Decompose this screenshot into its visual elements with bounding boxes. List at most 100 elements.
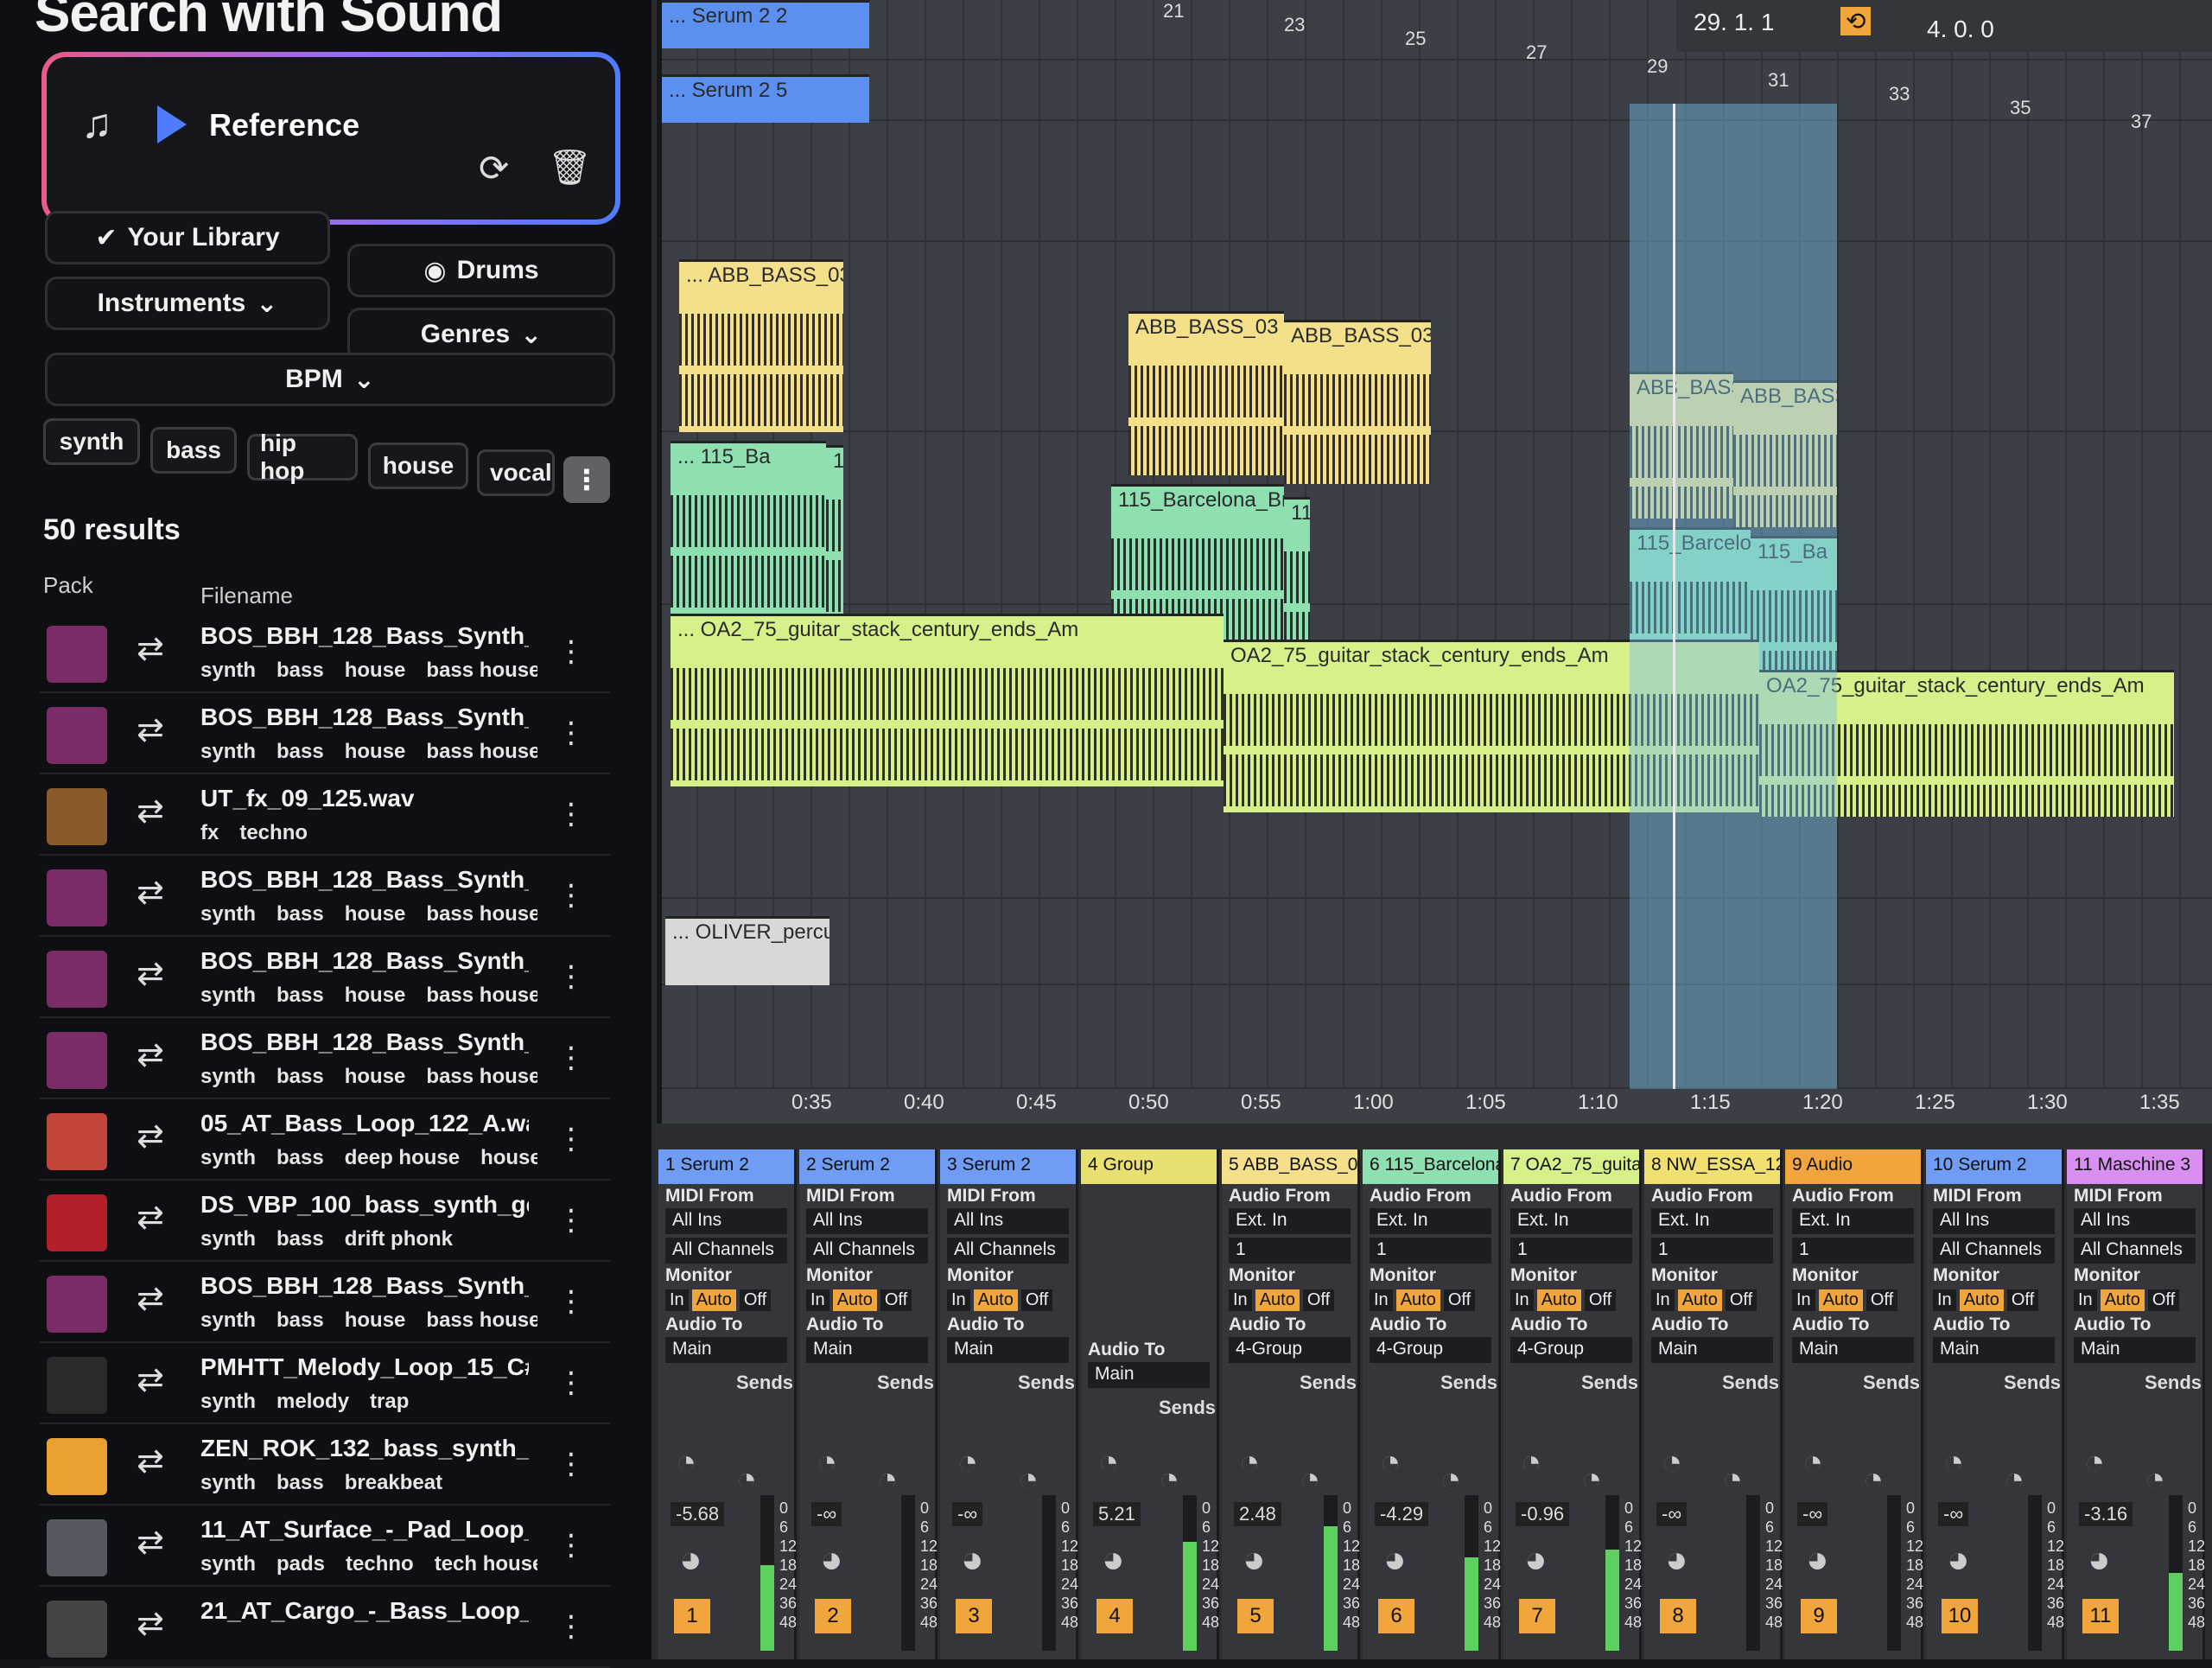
monitor-in[interactable]: In xyxy=(2074,1289,2097,1311)
monitor-off[interactable]: Off xyxy=(1584,1289,1617,1311)
result-tag[interactable]: pads xyxy=(276,1552,325,1576)
input-source-select[interactable]: All Ins xyxy=(947,1208,1069,1234)
volume-display[interactable]: -∞ xyxy=(811,1502,842,1526)
monitor-in[interactable]: In xyxy=(1229,1289,1252,1311)
track-name[interactable]: 6 115_Barcelona xyxy=(1363,1149,1498,1184)
loop-icon[interactable]: ⇄ xyxy=(137,1035,164,1074)
input-source-select[interactable]: All Ins xyxy=(1933,1208,2055,1234)
input-source-select[interactable]: Ext. In xyxy=(1229,1208,1351,1234)
result-tag[interactable]: house xyxy=(345,1308,406,1332)
result-tag[interactable]: bass xyxy=(276,902,324,926)
result-tag[interactable]: fx xyxy=(200,821,219,844)
result-tag[interactable]: house xyxy=(345,984,406,1007)
monitor-in[interactable]: In xyxy=(806,1289,830,1311)
result-tag[interactable]: synth xyxy=(200,1146,256,1169)
result-row[interactable]: ⇄ BOS_BBH_128_Bass_Synth_Loop synth bassh… xyxy=(40,697,610,774)
result-tag[interactable]: synth xyxy=(200,659,256,682)
send-a-knob[interactable]: ◔ xyxy=(1239,1443,1260,1482)
pan-knob[interactable]: ◕ xyxy=(2088,1538,2111,1582)
pan-knob[interactable]: ◕ xyxy=(1524,1538,1548,1582)
result-tag[interactable]: synth xyxy=(200,1065,256,1088)
loop-icon[interactable]: ⇄ xyxy=(137,1117,164,1156)
track-name[interactable]: 11 Maschine 3 xyxy=(2067,1149,2202,1184)
result-tag[interactable]: bass xyxy=(276,1227,324,1251)
send-a-knob[interactable]: ◔ xyxy=(1521,1443,1541,1482)
input-channel-select[interactable]: All Channels xyxy=(2074,1238,2196,1264)
send-b-knob[interactable]: ◔ xyxy=(1722,1461,1743,1499)
monitor-off[interactable]: Off xyxy=(739,1289,772,1311)
result-row[interactable]: ⇄ 11_AT_Surface_-_Pad_Loop_124 synth pads… xyxy=(40,1509,610,1587)
track-name[interactable]: 1 Serum 2 xyxy=(658,1149,794,1184)
pan-knob[interactable]: ◕ xyxy=(820,1538,843,1582)
loop-region[interactable] xyxy=(1630,104,1837,1089)
loop-icon[interactable]: ⇄ xyxy=(137,1604,164,1643)
send-a-knob[interactable]: ◔ xyxy=(1380,1443,1401,1482)
volume-display[interactable]: -4.29 xyxy=(1375,1502,1429,1526)
volume-display[interactable]: -∞ xyxy=(1938,1502,1969,1526)
clip[interactable]: ... 115_Ba xyxy=(671,441,826,614)
result-tag[interactable]: synth xyxy=(200,1308,256,1332)
clip[interactable]: ... ABB_BASS_03 xyxy=(679,259,843,432)
volume-display[interactable]: -∞ xyxy=(1656,1502,1688,1526)
monitor-auto[interactable]: Auto xyxy=(1818,1289,1863,1311)
result-row[interactable]: ⇄ BOS_BBH_128_Bass_Synth_Loop synth bassh… xyxy=(40,859,610,937)
result-tag[interactable]: bass xyxy=(276,1471,324,1494)
pan-knob[interactable]: ◕ xyxy=(1102,1538,1125,1582)
loop-icon[interactable]: ⇄ xyxy=(137,629,164,668)
input-channel-select[interactable]: All Channels xyxy=(665,1238,787,1264)
send-a-knob[interactable]: ◔ xyxy=(817,1443,837,1482)
monitor-auto[interactable]: Auto xyxy=(2100,1289,2145,1311)
volume-display[interactable]: -∞ xyxy=(1797,1502,1828,1526)
result-tag[interactable]: techno xyxy=(239,821,308,844)
input-channel-select[interactable]: All Channels xyxy=(1933,1238,2055,1264)
result-tag[interactable]: house xyxy=(345,902,406,926)
monitor-off[interactable]: Off xyxy=(1302,1289,1335,1311)
track-activator[interactable]: 7 xyxy=(1519,1599,1555,1633)
loop-icon[interactable]: ⇄ xyxy=(137,710,164,749)
track-activator[interactable]: 10 xyxy=(1942,1599,1978,1633)
track-name[interactable]: 2 Serum 2 xyxy=(799,1149,935,1184)
send-a-knob[interactable]: ◔ xyxy=(1943,1443,1964,1482)
output-select[interactable]: Main xyxy=(2074,1337,2196,1363)
result-tag[interactable]: bass house xyxy=(426,902,537,926)
chip-bass[interactable]: bass xyxy=(150,427,237,474)
monitor-in[interactable]: In xyxy=(665,1289,689,1311)
result-row[interactable]: ⇄ PMHTT_Melody_Loop_15_C#_150 synth melod… xyxy=(40,1346,610,1424)
refresh-icon[interactable]: ⟳ xyxy=(479,147,509,189)
input-source-select[interactable]: Ext. In xyxy=(1510,1208,1632,1234)
input-source-select[interactable]: All Ins xyxy=(665,1208,787,1234)
send-b-knob[interactable]: ◔ xyxy=(877,1461,898,1499)
input-channel-select[interactable]: 1 xyxy=(1510,1238,1632,1264)
input-source-select[interactable]: All Ins xyxy=(806,1208,928,1234)
result-tag[interactable]: synth xyxy=(200,1227,256,1251)
kebab-menu-icon[interactable]: ⋮ xyxy=(556,1122,586,1156)
monitor-auto[interactable]: Auto xyxy=(1255,1289,1300,1311)
result-tag[interactable]: bass house xyxy=(426,1308,537,1332)
volume-display[interactable]: -0.96 xyxy=(1516,1502,1570,1526)
track-lane[interactable] xyxy=(662,432,2212,605)
monitor-in[interactable]: In xyxy=(1792,1289,1815,1311)
track-name[interactable]: 7 OA2_75_guitar xyxy=(1503,1149,1639,1184)
loop-icon[interactable]: ⇄ xyxy=(137,1198,164,1237)
input-channel-select[interactable]: 1 xyxy=(1229,1238,1351,1264)
result-row[interactable]: ⇄ BOS_BBH_128_Bass_Synth_Loop synth bassh… xyxy=(40,1265,610,1343)
monitor-auto[interactable]: Auto xyxy=(1395,1289,1440,1311)
clip[interactable]: ABB_BASS_03 xyxy=(1128,311,1284,475)
loop-icon[interactable]: ⇄ xyxy=(137,954,164,993)
send-b-knob[interactable]: ◔ xyxy=(1440,1461,1461,1499)
input-source-select[interactable]: Ext. In xyxy=(1370,1208,1491,1234)
kebab-menu-icon[interactable]: ⋮ xyxy=(556,1041,586,1075)
monitor-in[interactable]: In xyxy=(1651,1289,1675,1311)
chip-house[interactable]: house xyxy=(368,442,468,489)
monitor-off[interactable]: Off xyxy=(1020,1289,1053,1311)
clip[interactable]: ... Serum 2 5 xyxy=(662,74,869,123)
input-source-select[interactable]: Ext. In xyxy=(1651,1208,1773,1234)
send-a-knob[interactable]: ◔ xyxy=(676,1443,696,1482)
kebab-menu-icon[interactable]: ⋮ xyxy=(556,1284,586,1319)
monitor-in[interactable]: In xyxy=(947,1289,970,1311)
loop-icon[interactable]: ⇄ xyxy=(137,1442,164,1480)
play-icon[interactable] xyxy=(157,105,187,143)
send-b-knob[interactable]: ◔ xyxy=(1018,1461,1039,1499)
result-tag[interactable]: synth xyxy=(200,1552,256,1576)
result-tag[interactable]: trap xyxy=(370,1390,409,1413)
